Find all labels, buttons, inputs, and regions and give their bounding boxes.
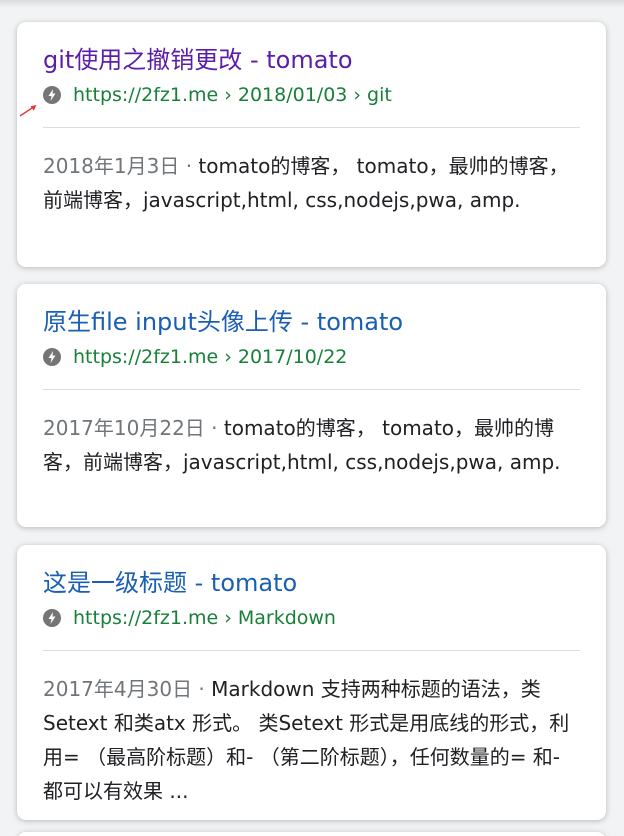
amp-lightning-icon [43, 86, 61, 104]
result-snippet: 2017年10月22日 · tomato的博客， tomato，最帅的博客，前端… [43, 411, 583, 479]
result-url-text: https://2fz1.me › 2017/10/22 [73, 346, 348, 368]
result-url[interactable]: https://2fz1.me › 2017/10/22 [43, 344, 347, 370]
previous-card-edge [0, 0, 624, 8]
result-date: 2017年10月22日 · [43, 416, 224, 440]
result-url-text: https://2fz1.me › Markdown [73, 607, 336, 629]
result-date: 2017年4月30日 · [43, 677, 212, 701]
result-divider [43, 127, 580, 128]
result-card-2: 原生file input头像上传 - tomato https://2fz1.m… [17, 284, 606, 527]
result-url-text: https://2fz1.me › 2018/01/03 › git [73, 84, 392, 106]
next-card-edge [17, 832, 606, 836]
result-card-1: git使用之撤销更改 - tomato https://2fz1.me › 20… [17, 22, 606, 267]
result-title-link[interactable]: git使用之撤销更改 - tomato [43, 44, 583, 76]
amp-lightning-icon [43, 609, 61, 627]
annotation-arrow-icon [19, 105, 37, 117]
result-url[interactable]: https://2fz1.me › Markdown [43, 605, 336, 631]
result-divider [43, 650, 580, 651]
result-snippet: 2018年1月3日 · tomato的博客， tomato，最帅的博客，前端博客… [43, 149, 583, 217]
amp-lightning-icon [43, 348, 61, 366]
search-results-page: git使用之撤销更改 - tomato https://2fz1.me › 20… [0, 0, 624, 836]
result-card-3: 这是一级标题 - tomato https://2fz1.me › Markdo… [17, 545, 606, 820]
result-snippet: 2017年4月30日 · Markdown 支持两种标题的语法，类Setext … [43, 672, 583, 808]
result-title-link[interactable]: 原生file input头像上传 - tomato [43, 306, 583, 338]
result-divider [43, 389, 580, 390]
result-title-link[interactable]: 这是一级标题 - tomato [43, 567, 583, 599]
result-url[interactable]: https://2fz1.me › 2018/01/03 › git [43, 82, 392, 108]
result-date: 2018年1月3日 · [43, 154, 199, 178]
